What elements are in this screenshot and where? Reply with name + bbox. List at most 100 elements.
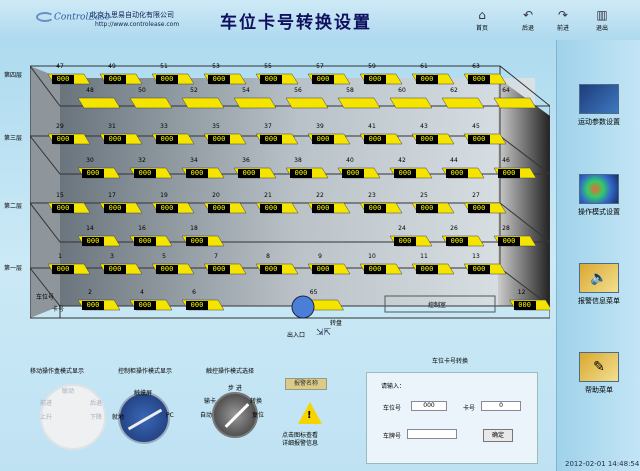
- slot-card-value[interactable]: 000: [260, 135, 282, 144]
- slot-card-value[interactable]: 000: [446, 237, 468, 246]
- help-menu-button[interactable]: ✎ 帮助菜单: [557, 352, 640, 395]
- slot-card-value[interactable]: 000: [312, 135, 334, 144]
- control-label-local: 就地: [112, 414, 125, 421]
- slot-number: 54: [242, 87, 250, 94]
- forward-button[interactable]: ↷ 前进: [549, 8, 577, 36]
- slot-number: 56: [294, 87, 302, 94]
- slot-card-value[interactable]: 000: [208, 135, 230, 144]
- slot-card-value[interactable]: 000: [312, 204, 334, 213]
- slot-card-value[interactable]: 000: [52, 75, 74, 84]
- slot-card-value[interactable]: 000: [364, 265, 386, 274]
- slot-number: 24: [398, 225, 406, 232]
- slot-card-value[interactable]: 000: [446, 169, 468, 178]
- conversion-panel: 请输入： 车位号 000 卡号 0 车牌号 确定: [366, 372, 538, 464]
- slot-number: 51: [160, 63, 168, 70]
- slot-card-value[interactable]: 000: [394, 169, 416, 178]
- slot-card-value[interactable]: 000: [260, 75, 282, 84]
- slot-card-value[interactable]: 000: [498, 237, 520, 246]
- slot-number: 47: [56, 63, 64, 70]
- mobile-label-up: 上升: [40, 414, 53, 421]
- slot-card-value[interactable]: 000: [312, 75, 334, 84]
- alarm-menu-label: 报警信息菜单: [578, 297, 620, 305]
- slot-number: 40: [346, 157, 354, 164]
- slot-card-value[interactable]: 000: [208, 265, 230, 274]
- slot-card-value[interactable]: 000: [104, 204, 126, 213]
- exit-button[interactable]: ▥ 退出: [588, 8, 616, 36]
- mobile-label-forward: 前进: [40, 400, 53, 407]
- slot-card-value[interactable]: 000: [208, 204, 230, 213]
- home-icon: ⌂: [478, 8, 486, 22]
- slot-card-value[interactable]: 000: [52, 265, 74, 274]
- alarm-menu-button[interactable]: 🔈 报警信息菜单: [557, 263, 640, 306]
- home-button[interactable]: ⌂ 首页: [468, 8, 496, 36]
- mobile-label-link: 联动: [62, 388, 75, 395]
- slot-number: 17: [108, 192, 116, 199]
- slot-number: 13: [472, 253, 480, 260]
- slot-card-value[interactable]: 000: [312, 265, 334, 274]
- slot-card-value[interactable]: 000: [394, 237, 416, 246]
- touch-label-convert: 转换: [250, 398, 263, 405]
- slot-card-value[interactable]: 000: [134, 169, 156, 178]
- slot-card-value[interactable]: 000: [186, 237, 208, 246]
- forward-label: 前进: [556, 25, 569, 32]
- slot-card-value[interactable]: 000: [156, 265, 178, 274]
- operation-mode-button[interactable]: 操作模式设置: [557, 174, 640, 217]
- slot-card-value[interactable]: 000: [238, 169, 260, 178]
- slot-card-value[interactable]: 000: [498, 169, 520, 178]
- slot-card-value[interactable]: 000: [342, 169, 364, 178]
- slot-card-value[interactable]: 000: [82, 301, 104, 310]
- slot-card-value[interactable]: 000: [82, 169, 104, 178]
- slot-stripe: [337, 97, 381, 109]
- slot-card-value[interactable]: 000: [260, 204, 282, 213]
- slot-card-value[interactable]: 000: [52, 135, 74, 144]
- slot-card-value[interactable]: 000: [52, 204, 74, 213]
- slot-card-value[interactable]: 000: [186, 169, 208, 178]
- slot-card-value[interactable]: 000: [134, 237, 156, 246]
- slot-card-value[interactable]: 000: [416, 135, 438, 144]
- slot-number: 60: [398, 87, 406, 94]
- slot-card-value[interactable]: 000: [468, 265, 490, 274]
- slot-card-value[interactable]: 000: [416, 75, 438, 84]
- slot-card-value[interactable]: 000: [468, 75, 490, 84]
- slot-card-value[interactable]: 000: [416, 265, 438, 274]
- confirm-button[interactable]: 确定: [483, 429, 513, 442]
- slot-number: 9: [318, 253, 322, 260]
- slot-card-value[interactable]: 000: [468, 204, 490, 213]
- slot-number: 16: [138, 225, 146, 232]
- slot-number: 10: [368, 253, 376, 260]
- motion-params-button[interactable]: 运动参数设置: [557, 84, 640, 127]
- slot-card-value[interactable]: 000: [156, 204, 178, 213]
- slot-card-value[interactable]: 000: [416, 204, 438, 213]
- slot-card-value[interactable]: 000: [82, 237, 104, 246]
- slot-card-value[interactable]: 000: [208, 75, 230, 84]
- car-no-row-label: 车位号: [36, 294, 55, 301]
- slot-number: 37: [264, 123, 272, 130]
- car-no-label: 车位号: [383, 405, 402, 412]
- operation-mode-label: 操作模式设置: [578, 208, 620, 216]
- card-no-input[interactable]: 0: [481, 401, 521, 411]
- slot-card-value[interactable]: 000: [104, 75, 126, 84]
- slot-card-value[interactable]: 000: [186, 301, 208, 310]
- slot-card-value[interactable]: 000: [134, 301, 156, 310]
- slot-card-value[interactable]: 000: [156, 75, 178, 84]
- slot-card-value[interactable]: 000: [364, 75, 386, 84]
- car-no-input[interactable]: 000: [411, 401, 447, 411]
- slot-number: 55: [264, 63, 272, 70]
- slot-card-value[interactable]: 000: [513, 301, 536, 310]
- slot-card-value[interactable]: 000: [290, 169, 312, 178]
- slot-number: 27: [472, 192, 480, 199]
- slot-number: 39: [316, 123, 324, 130]
- back-button[interactable]: ↶ 后退: [514, 8, 542, 36]
- slot-number: 31: [108, 123, 116, 130]
- slot-card-value[interactable]: 000: [364, 204, 386, 213]
- slot-card-value[interactable]: 000: [468, 135, 490, 144]
- slot-card-value[interactable]: 000: [156, 135, 178, 144]
- plate-input[interactable]: [407, 429, 457, 439]
- slot-card-value[interactable]: 000: [364, 135, 386, 144]
- slot-number: 11: [420, 253, 428, 260]
- slot-card-value[interactable]: 000: [260, 265, 282, 274]
- slot-card-value[interactable]: 000: [104, 265, 126, 274]
- slot-number: 20: [212, 192, 220, 199]
- slot-card-value[interactable]: 000: [104, 135, 126, 144]
- control-mode-title: 控制柜操作模式显示: [118, 368, 173, 375]
